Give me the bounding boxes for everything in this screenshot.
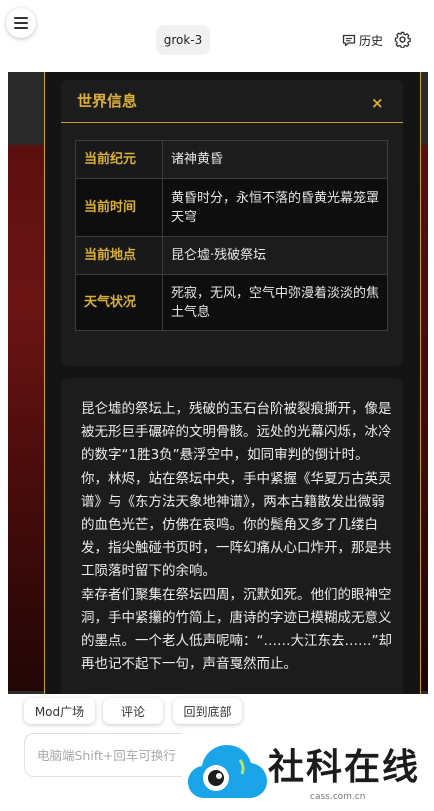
comment-button[interactable]: 评论 [103, 698, 163, 724]
scene-art-left [8, 145, 46, 691]
cloud-logo-icon [188, 745, 267, 798]
table-row: 当前时间 黄昏时分，永恒不落的昏黄光幕笼罩天穹 [75, 178, 388, 237]
model-selector[interactable]: grok-3 [156, 25, 210, 55]
world-info-panel: 世界信息 × 当前纪元 诸神黄昏 当前时间 黄昏时分，永恒不落的昏黄光幕笼罩天穹… [44, 72, 421, 694]
table-row: 当前纪元 诸神黄昏 [75, 140, 388, 179]
watermark-logo: 社科在线 cass.com.cn [182, 730, 434, 811]
model-name: grok-3 [163, 33, 203, 47]
story-text: 昆仑墟的祭坛上，残破的玉石台阶被裂痕撕开，像是被无形巨手碾碎的文明骨骸。远处的光… [81, 401, 392, 673]
mod-square-button[interactable]: Mod广场 [24, 698, 95, 724]
history-button[interactable]: 历史 [342, 32, 383, 49]
location-value: 昆仑墟·残破祭坛 [162, 236, 388, 275]
hamburger-icon [14, 17, 28, 29]
time-label: 当前时间 [75, 178, 163, 237]
watermark-url: cass.com.cn [310, 792, 366, 802]
scroll-to-bottom-button[interactable]: 回到底部 [173, 698, 242, 724]
close-icon[interactable]: × [371, 94, 384, 112]
weather-value: 死寂，无风，空气中弥漫着淡淡的焦土气息 [162, 274, 388, 331]
title-divider [61, 122, 403, 123]
era-value: 诸神黄昏 [162, 140, 388, 179]
table-row: 当前地点 昆仑墟·残破祭坛 [75, 236, 388, 275]
weather-label: 天气状况 [75, 274, 163, 331]
top-bar: grok-3 历史 [0, 0, 434, 72]
story-message: 昆仑墟的祭坛上，残破的玉石台阶被裂痕撕开，像是被无形巨手碾碎的文明骨骸。远处的光… [61, 378, 403, 694]
era-label: 当前纪元 [75, 140, 163, 179]
gear-icon[interactable] [394, 31, 411, 48]
watermark-name: 社科在线 [268, 747, 421, 788]
world-info-title: 世界信息 [77, 92, 138, 110]
time-value: 黄昏时分，永恒不落的昏黄光幕笼罩天穹 [162, 178, 388, 237]
table-row: 天气状况 死寂，无风，空气中弥漫着淡淡的焦土气息 [75, 274, 388, 331]
history-label: 历史 [359, 34, 384, 48]
world-info-table: 当前纪元 诸神黄昏 当前时间 黄昏时分，永恒不落的昏黄光幕笼罩天穹 当前地点 昆… [75, 140, 388, 331]
menu-button[interactable] [6, 8, 36, 38]
location-label: 当前地点 [75, 236, 163, 275]
chat-history-icon [342, 34, 356, 47]
